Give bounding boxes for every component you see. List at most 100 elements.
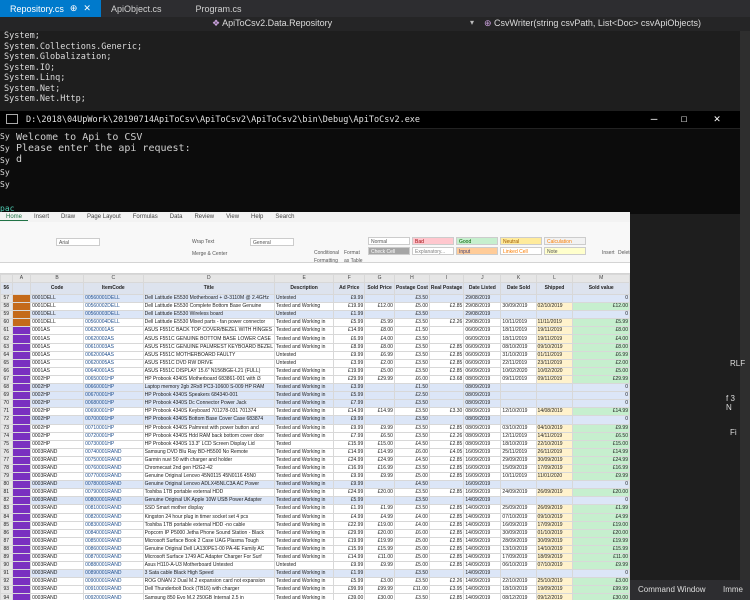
corner-cell[interactable] bbox=[0, 274, 13, 283]
table-cell[interactable]: HP Probook 4340S Speakers 684340-001 bbox=[142, 391, 276, 401]
table-cell[interactable]: £2.85 bbox=[428, 358, 465, 368]
table-cell[interactable]: £6.00 bbox=[393, 447, 430, 457]
table-cell[interactable]: 16/09/2019 bbox=[463, 472, 502, 482]
table-cell[interactable]: 0001AS bbox=[30, 326, 85, 336]
row-marker-cell[interactable] bbox=[11, 423, 32, 433]
table-cell[interactable]: £9.99 bbox=[572, 472, 630, 482]
row-marker-cell[interactable] bbox=[11, 399, 32, 409]
table-cell[interactable]: £3.50 bbox=[393, 463, 430, 474]
table-cell[interactable]: £4.50 bbox=[393, 439, 430, 449]
table-cell[interactable]: £2.26 bbox=[428, 431, 465, 441]
row-marker-cell[interactable] bbox=[11, 552, 32, 563]
table-cell[interactable]: HP Probook 4340S Dc Connector Power Jack bbox=[142, 399, 276, 409]
ribbon-tab[interactable]: View bbox=[220, 214, 245, 220]
row-marker-cell[interactable] bbox=[11, 326, 32, 336]
table-cell[interactable]: 03/10/2019 bbox=[500, 423, 537, 433]
table-row[interactable]: 69 0002HP 00670001HP HP Probook 4340S Speak… bbox=[0, 391, 630, 401]
row-number[interactable]: 62 bbox=[0, 334, 13, 344]
column-letter[interactable]: A bbox=[11, 274, 32, 283]
row-marker-cell[interactable] bbox=[11, 455, 32, 465]
table-cell[interactable]: 00560001DELL bbox=[83, 293, 144, 304]
row-number[interactable]: 60 bbox=[0, 318, 13, 328]
table-cell[interactable]: £5.00 bbox=[393, 552, 430, 563]
table-cell[interactable]: 29/09/2019 bbox=[500, 455, 537, 465]
table-cell[interactable] bbox=[364, 569, 395, 579]
column-header[interactable]: Title bbox=[142, 282, 276, 295]
column-letter[interactable]: M bbox=[572, 274, 630, 283]
table-cell[interactable]: 00670001HP bbox=[83, 391, 144, 401]
table-cell[interactable]: £19.99 bbox=[333, 536, 366, 546]
table-cell[interactable]: 0003RAND bbox=[30, 463, 85, 474]
number-format-box[interactable]: General bbox=[250, 238, 294, 246]
table-cell[interactable]: 06/09/2019 bbox=[463, 342, 502, 352]
table-cell[interactable]: £9.99 bbox=[364, 423, 395, 433]
table-cell[interactable]: 00790001RAND bbox=[83, 488, 144, 498]
table-cell[interactable]: £3.50 bbox=[393, 310, 430, 320]
table-cell[interactable]: £3.50 bbox=[393, 504, 430, 514]
row-number[interactable]: 78 bbox=[0, 463, 13, 474]
table-cell[interactable]: Tested and Working in bbox=[274, 520, 335, 530]
table-cell[interactable]: £1.50 bbox=[393, 326, 430, 336]
table-cell[interactable]: 18/09/2019 bbox=[535, 552, 574, 563]
style-explanatory[interactable]: Explanatory... bbox=[412, 247, 454, 255]
table-cell[interactable]: £3.50 bbox=[393, 496, 430, 506]
table-cell[interactable]: 14/09/2019 bbox=[463, 577, 502, 587]
table-cell[interactable]: Tested and Working in bbox=[274, 399, 335, 409]
table-cell[interactable] bbox=[535, 293, 574, 304]
table-cell[interactable]: 0003RAND bbox=[30, 488, 85, 498]
column-letter[interactable]: F bbox=[333, 274, 366, 283]
table-cell[interactable]: Dell Latitude E5530 Wireless board bbox=[142, 310, 276, 320]
table-cell[interactable]: Tested and Working in bbox=[274, 512, 335, 522]
table-cell[interactable]: 16/09/2019 bbox=[463, 488, 502, 498]
table-cell[interactable]: £6.99 bbox=[364, 350, 395, 360]
table-cell[interactable]: Tested and Working in bbox=[274, 496, 335, 506]
table-cell[interactable]: 0003RAND bbox=[30, 561, 85, 571]
cond-format-button[interactable]: Conditional Formatting bbox=[312, 249, 342, 264]
column-letter[interactable]: H bbox=[393, 274, 430, 283]
table-cell[interactable]: Tested and Working in bbox=[274, 488, 335, 498]
table-cell[interactable]: £15.99 bbox=[333, 544, 366, 555]
table-cell[interactable]: 0002HP bbox=[30, 399, 85, 409]
row-marker-cell[interactable] bbox=[11, 310, 32, 320]
table-cell[interactable]: 0 bbox=[572, 293, 630, 304]
member-dropdown[interactable]: ⊕ CsvWriter(string csvPath, List<Doc> cs… bbox=[484, 18, 701, 29]
table-cell[interactable]: 06/09/2019 bbox=[463, 358, 502, 368]
table-cell[interactable]: £3.50 bbox=[393, 366, 430, 376]
table-cell[interactable]: 22/10/2019 bbox=[535, 439, 574, 449]
table-cell[interactable]: 11/11/2019 bbox=[535, 318, 574, 328]
minimize-icon[interactable]: — bbox=[644, 112, 664, 125]
editor-scrollbar[interactable] bbox=[740, 31, 750, 600]
table-cell[interactable]: 0002HP bbox=[30, 439, 85, 449]
table-row[interactable]: 76 0003RAND 00740001RAND Samsung DVD Blu Ra… bbox=[0, 447, 630, 457]
table-cell[interactable]: 00720001HP bbox=[83, 431, 144, 441]
table-cell[interactable]: 06/09/2019 bbox=[463, 326, 502, 336]
table-cell[interactable]: 00760001RAND bbox=[83, 463, 144, 474]
table-cell[interactable]: £9.99 bbox=[333, 561, 366, 571]
table-cell[interactable]: £2.85 bbox=[428, 488, 465, 498]
table-cell[interactable]: £2.85 bbox=[428, 342, 465, 352]
table-cell[interactable]: 14/10/2019 bbox=[535, 544, 574, 555]
table-cell[interactable]: 01/11/2019 bbox=[535, 350, 574, 360]
table-cell[interactable]: 0 bbox=[572, 496, 630, 506]
table-cell[interactable] bbox=[500, 496, 537, 506]
table-cell[interactable]: Tested and Working in bbox=[274, 552, 335, 563]
row-number[interactable]: 70 bbox=[0, 399, 13, 409]
table-cell[interactable] bbox=[500, 310, 537, 320]
table-cell[interactable]: £15.99 bbox=[364, 544, 395, 555]
row-number[interactable]: 59 bbox=[0, 310, 13, 320]
insert-button[interactable]: Insert bbox=[600, 249, 616, 257]
column-header[interactable]: Description bbox=[274, 282, 335, 295]
table-cell[interactable] bbox=[364, 480, 395, 490]
table-cell[interactable]: Laptop memory 2gb 2Rx8 PC3-10600 S-009 H… bbox=[142, 383, 276, 393]
table-cell[interactable]: 0003RAND bbox=[30, 552, 85, 563]
table-cell[interactable]: 11/01/2020 bbox=[535, 472, 574, 482]
table-cell[interactable]: £2.85 bbox=[428, 520, 465, 530]
table-cell[interactable]: 28/09/2019 bbox=[500, 536, 537, 546]
table-cell[interactable]: Samsung 850 Evo M.2 250GB Internal 2.5 i… bbox=[142, 593, 276, 600]
table-cell[interactable]: £99.99 bbox=[364, 585, 395, 595]
table-cell[interactable]: £2.85 bbox=[428, 593, 465, 600]
row-marker-cell[interactable] bbox=[11, 318, 32, 328]
table-cell[interactable]: £20.00 bbox=[572, 488, 630, 498]
table-cell[interactable]: 00780001RAND bbox=[83, 480, 144, 490]
table-cell[interactable]: Asus H110-A-U3 Motherboard Untested bbox=[142, 561, 276, 571]
